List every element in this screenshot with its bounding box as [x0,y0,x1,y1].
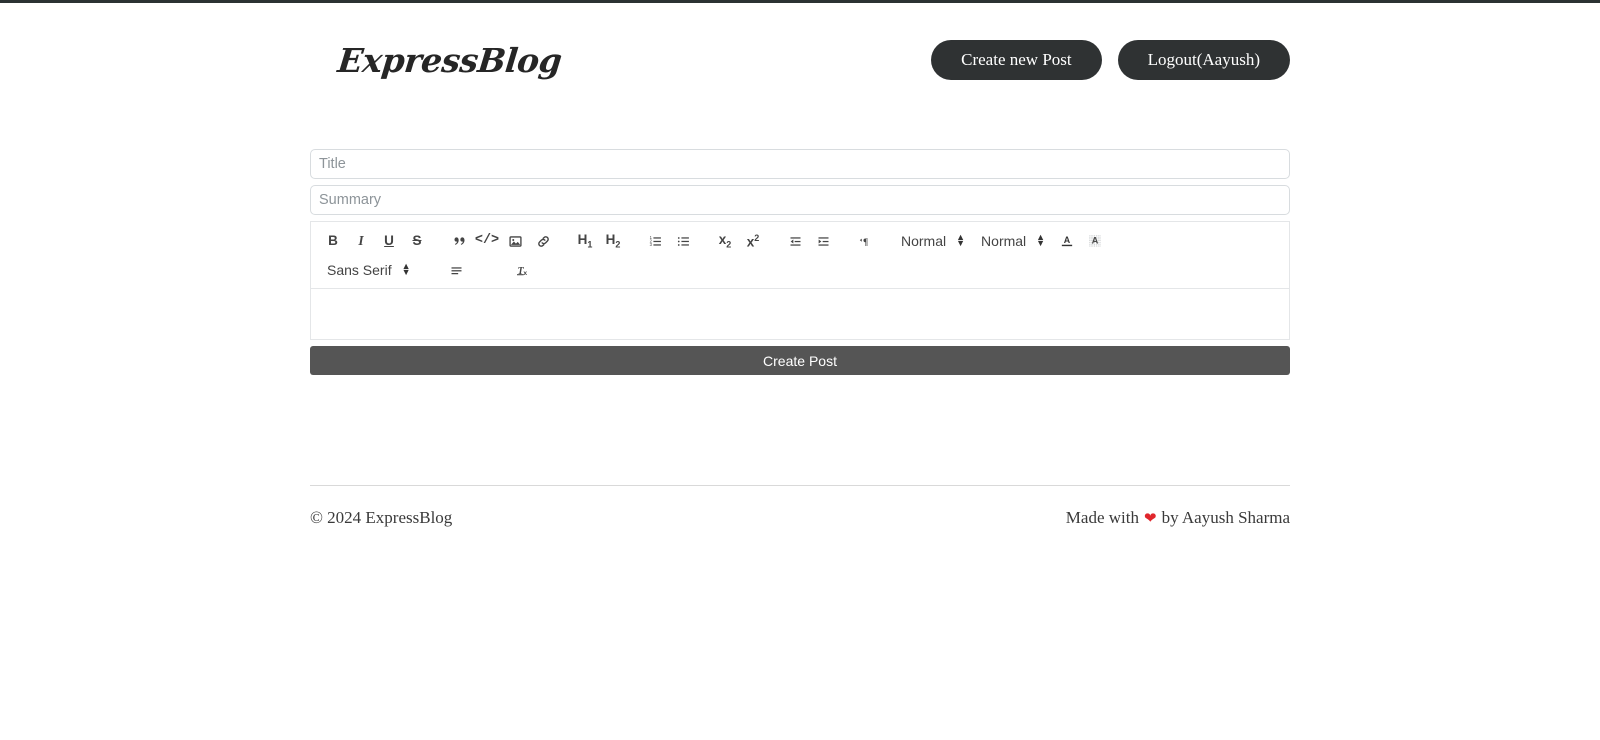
toolbar-group-clean: T x [509,258,537,282]
footer-credit: Made with ❤ by Aayush Sharma [1066,508,1290,528]
ordered-list-icon[interactable]: 123 [642,229,668,253]
underline-icon[interactable]: U [376,229,402,253]
font-size-value: Normal [901,233,947,249]
toolbar-group-indent [781,229,837,253]
superscript-icon[interactable]: x2 [740,229,766,253]
site-logo[interactable]: ExpressBlog [308,41,564,80]
chevron-updown-icon: ▲ ▼ [401,261,411,277]
post-summary-input[interactable] [310,185,1290,215]
toolbar-group-lists: 123 [641,229,697,253]
underline-glyph: U [384,233,394,249]
toolbar-group-inline: B I U S [319,229,431,253]
code-block-icon[interactable]: </> [474,229,500,253]
footer-row: © 2024 ExpressBlog Made with ❤ by Aayush… [310,508,1290,528]
header-actions: Create new Post Logout(Aayush) [931,40,1290,80]
toolbar-group-colors: A A [1053,229,1109,253]
footer-copyright: © 2024 ExpressBlog [310,508,453,527]
svg-text:3: 3 [649,242,652,247]
site-header: ExpressBlog Create new Post Logout(Aayus… [310,3,1290,99]
svg-text:A: A [1092,236,1099,246]
link-icon[interactable] [530,229,556,253]
bold-glyph: B [328,233,338,249]
header-1-icon[interactable]: H1 [572,229,598,253]
page-root: ExpressBlog Create new Post Logout(Aayus… [0,3,1600,740]
indent-icon[interactable] [810,229,836,253]
header-style-dropdown[interactable]: Normal ▲ ▼ [979,229,1047,253]
text-direction-icon[interactable]: ¶ [852,229,878,253]
superscript-glyph: x2 [746,232,760,249]
toolbar-group-direction: ¶ [851,229,879,253]
subscript-icon[interactable]: x2 [712,229,738,253]
create-new-post-button[interactable]: Create new Post [931,40,1102,80]
italic-glyph: I [358,233,364,249]
chevron-updown-icon: ▲ ▼ [1036,232,1046,248]
h2-glyph: H2 [605,231,621,250]
logout-button[interactable]: Logout(Aayush) [1117,40,1290,80]
footer-credit-prefix: Made with [1065,508,1139,527]
editor-toolbar-row-2: Sans Serif ▲ ▼ T x [319,255,1281,282]
subscript-glyph: x2 [718,231,732,250]
heart-icon: ❤ [1143,511,1157,527]
bullet-list-icon[interactable] [670,229,696,253]
bold-icon[interactable]: B [320,229,346,253]
strike-glyph: S [412,233,422,249]
italic-icon[interactable]: I [348,229,374,253]
header-2-icon[interactable]: H2 [600,229,626,253]
svg-text:¶: ¶ [863,236,868,247]
rich-text-editor: B I U S </> H1 H2 1 2 3 x2 x2 ¶ Normal ▲… [310,221,1290,340]
clear-format-icon[interactable]: T x [510,258,536,282]
align-icon[interactable] [444,258,470,282]
header-style-value: Normal [981,233,1027,249]
h1-glyph: H1 [577,231,593,250]
chevron-updown-icon: ▲ ▼ [956,232,966,248]
strikethrough-icon[interactable]: S [404,229,430,253]
site-footer: © 2024 ExpressBlog Made with ❤ by Aayush… [310,485,1290,528]
code-glyph: </> [474,233,500,249]
svg-text:A: A [1064,235,1071,245]
font-color-icon[interactable]: A [1054,229,1080,253]
editor-content-area[interactable] [310,288,1290,340]
toolbar-group-headers: H1 H2 [571,229,627,253]
image-icon[interactable] [502,229,528,253]
toolbar-group-align [443,258,471,282]
background-color-icon[interactable]: A [1082,229,1108,253]
blockquote-icon[interactable] [446,229,472,253]
font-family-dropdown[interactable]: Sans Serif ▲ ▼ [325,258,413,282]
footer-divider [310,485,1290,486]
font-size-dropdown[interactable]: Normal ▲ ▼ [899,229,967,253]
font-family-value: Sans Serif [327,262,392,278]
toolbar-group-script: x2 x2 [711,229,767,253]
editor-toolbar: B I U S </> H1 H2 1 2 3 x2 x2 ¶ Normal ▲… [310,221,1290,288]
outdent-icon[interactable] [782,229,808,253]
create-post-submit-button[interactable]: Create Post [310,346,1290,375]
toolbar-group-blocks: </> [445,229,557,253]
create-post-form: B I U S </> [310,99,1290,375]
footer-credit-suffix: by Aayush Sharma [1161,508,1290,527]
post-title-input[interactable] [310,149,1290,179]
svg-text:x: x [523,270,527,277]
